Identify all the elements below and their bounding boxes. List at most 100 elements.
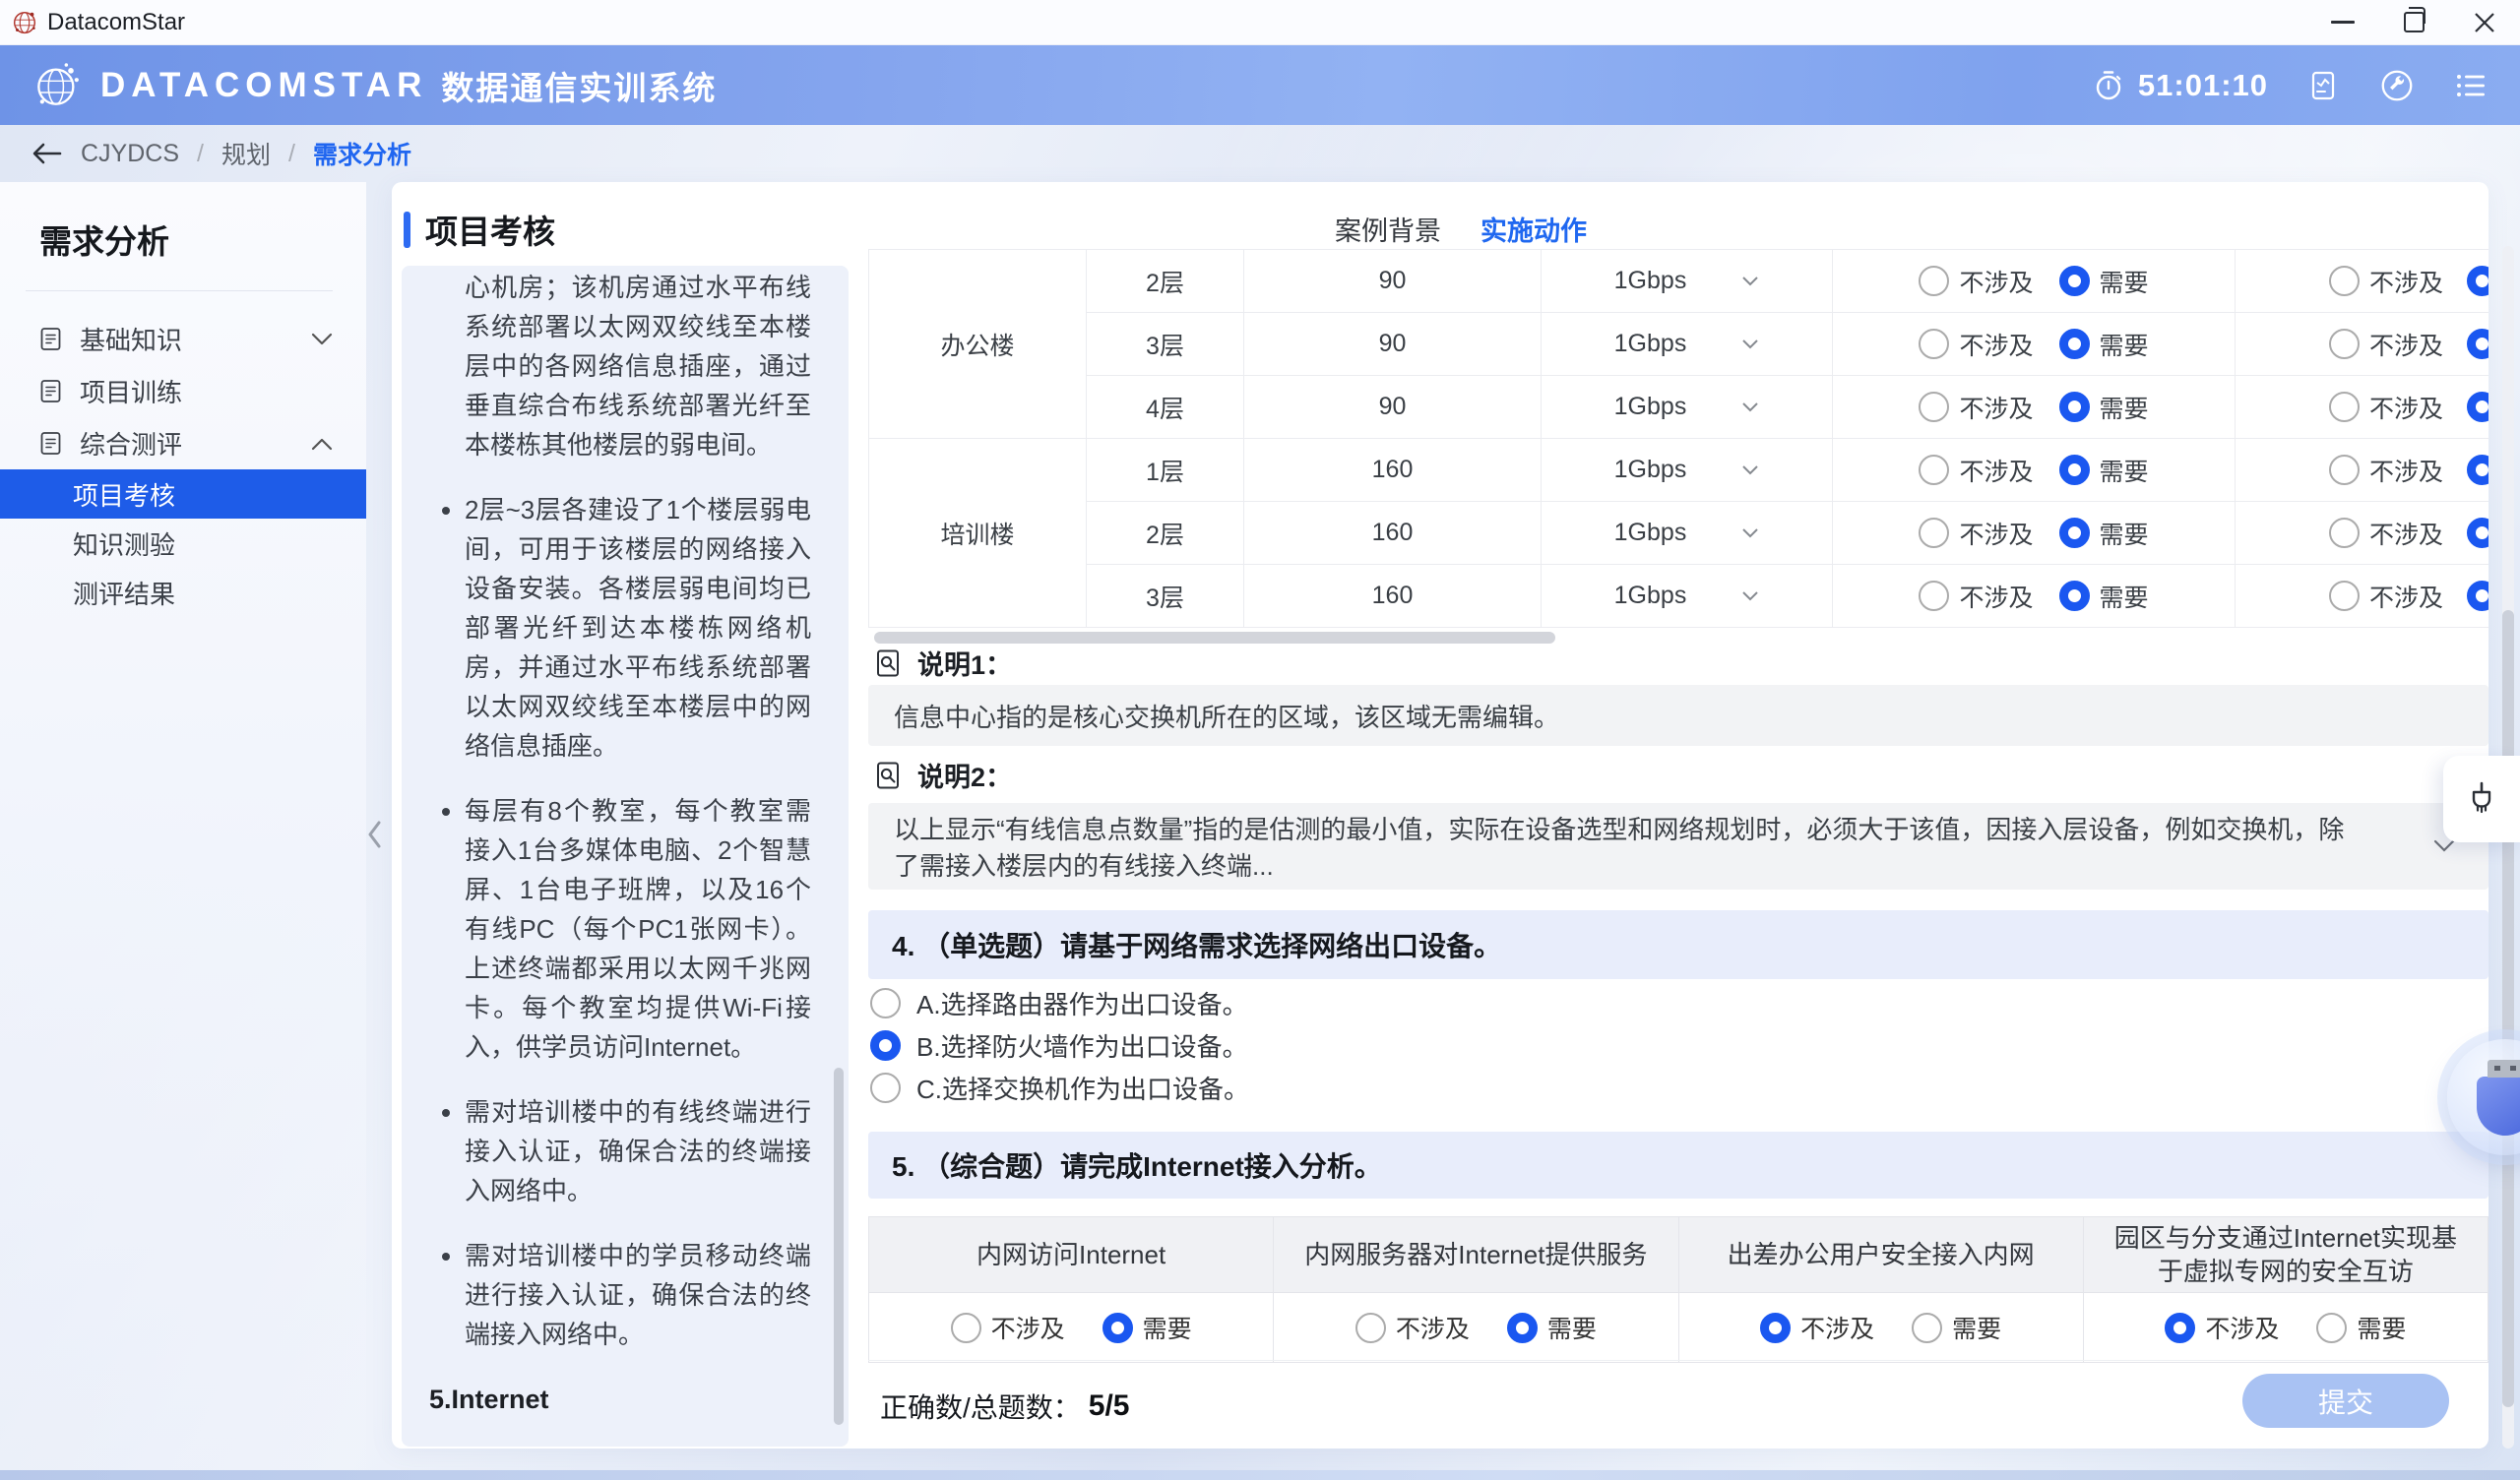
- radio-selected-icon: [2467, 455, 2488, 485]
- radio-option[interactable]: 不涉及: [2329, 264, 2443, 299]
- brush-tool-button[interactable]: [2443, 756, 2520, 842]
- radio-label: 需要: [2100, 264, 2149, 299]
- breadcrumb-separator: /: [197, 140, 204, 168]
- table-horizontal-scrollbar-thumb[interactable]: [874, 632, 1555, 644]
- radio-option[interactable]: 不涉及: [2329, 327, 2443, 362]
- radio-selected-icon: [2059, 266, 2090, 296]
- question4-header: 4. （单选题）请基于网络需求选择网络出口设备。: [868, 910, 2488, 979]
- expand-chevron-icon[interactable]: [2433, 839, 2455, 853]
- main-scrollbar-track[interactable]: [2502, 246, 2514, 1449]
- bandwidth-select[interactable]: 1Gbps: [1542, 456, 1832, 484]
- radio-selected-icon: [1760, 1313, 1791, 1343]
- radio-option[interactable]: 不涉及: [1760, 1310, 1874, 1345]
- notes-scrollbar-thumb[interactable]: [834, 1068, 844, 1425]
- radio-option[interactable]: 需要: [2467, 390, 2488, 425]
- note1-label: 说明1：: [872, 644, 1012, 682]
- menu-list-icon[interactable]: [2453, 69, 2490, 102]
- floor-cell: 3层: [1087, 313, 1244, 376]
- sidebar-subitem-eval-results[interactable]: 测评结果: [0, 568, 366, 617]
- radio-option[interactable]: 不涉及: [1355, 1310, 1470, 1345]
- sidebar-item-project-training[interactable]: 项目训练: [0, 365, 366, 417]
- radio-icon: [1355, 1313, 1386, 1343]
- radio-icon: [1919, 392, 1949, 422]
- bandwidth-select[interactable]: 1Gbps: [1542, 519, 1832, 547]
- radio-option[interactable]: 需要: [2059, 264, 2149, 299]
- radio-option[interactable]: 需要: [1912, 1310, 2001, 1345]
- doc-item-icon: [37, 326, 64, 352]
- radio-label: 需要: [2100, 390, 2149, 425]
- radio-option[interactable]: 不涉及: [951, 1310, 1065, 1345]
- table-row: 3层 90 1Gbps 不涉及需要 不涉及需要: [869, 313, 2489, 376]
- main-panel: 项目考核 案例背景 实施动作 心机房；该机房通过水平布线系统部署以太网双绞线至本…: [392, 182, 2488, 1449]
- sidebar-item-basic-knowledge[interactable]: 基础知识: [0, 313, 366, 365]
- radio-option[interactable]: 需要: [2059, 516, 2149, 551]
- radio-option[interactable]: 不涉及: [2329, 390, 2443, 425]
- breadcrumb-item[interactable]: CJYDCS: [81, 140, 179, 168]
- radio-option[interactable]: 需要: [2467, 264, 2488, 299]
- bandwidth-select[interactable]: 1Gbps: [1542, 393, 1832, 421]
- sidebar-subitem-knowledge-test[interactable]: 知识测验: [0, 519, 366, 568]
- exam-timer: 51:01:10: [2091, 68, 2268, 103]
- radio-icon: [2329, 266, 2360, 296]
- radio-label: 不涉及: [2369, 453, 2443, 488]
- radio-option[interactable]: 不涉及: [2329, 516, 2443, 551]
- tab-implementation[interactable]: 实施动作: [1480, 210, 1587, 248]
- radio-option[interactable]: 不涉及: [1919, 390, 2033, 425]
- radio-option[interactable]: 不涉及: [2329, 579, 2443, 614]
- close-button[interactable]: [2449, 0, 2520, 44]
- tab-case-background[interactable]: 案例背景: [1335, 210, 1441, 248]
- minimize-button[interactable]: [2307, 0, 2378, 44]
- bandwidth-select[interactable]: 1Gbps: [1542, 582, 1832, 610]
- report-icon[interactable]: [2305, 68, 2341, 103]
- radio-option[interactable]: 不涉及: [1919, 264, 2033, 299]
- radio-selected-icon: [2059, 518, 2090, 548]
- select-chevron-icon: [1741, 590, 1759, 602]
- sidebar-collapse-handle[interactable]: [358, 807, 390, 862]
- breadcrumb-item[interactable]: 规划: [221, 136, 271, 171]
- bandwidth-value: 1Gbps: [1614, 267, 1687, 295]
- radio-option[interactable]: 不涉及: [1919, 579, 2033, 614]
- radio-option[interactable]: 需要: [1507, 1310, 1597, 1345]
- restore-button[interactable]: [2378, 0, 2449, 44]
- case-paragraph: 心机房；该机房通过水平布线系统部署以太网双绞线至本楼层中的各网络信息插座，通过垂…: [465, 268, 811, 464]
- sidebar-item-comprehensive-eval[interactable]: 综合测评: [0, 417, 366, 469]
- sidebar-subitem-project-exam[interactable]: 项目考核: [0, 469, 366, 519]
- back-arrow-icon[interactable]: [32, 141, 63, 166]
- radio-option[interactable]: 不涉及: [1919, 453, 2033, 488]
- radio-option[interactable]: 需要: [2059, 327, 2149, 362]
- radio-option[interactable]: 不涉及: [2165, 1310, 2279, 1345]
- radio-icon: [1919, 329, 1949, 359]
- table-row: 办公楼 2层 90 1Gbps 不涉及需要 不涉及需要: [869, 250, 2489, 313]
- radio-label: 不涉及: [2205, 1310, 2279, 1345]
- radio-option[interactable]: 需要: [2059, 453, 2149, 488]
- radio-option[interactable]: 需要: [2059, 579, 2149, 614]
- case-bullet: 需对培训楼中的有线终端进行接入认证，确保合法的终端接入网络中。: [465, 1092, 811, 1210]
- bandwidth-select[interactable]: 1Gbps: [1542, 267, 1832, 295]
- question5-title: 5. （综合题）请完成Internet接入分析。: [892, 1145, 1382, 1185]
- q4-option-b[interactable]: B.选择防火墙作为出口设备。: [870, 1024, 1248, 1067]
- case-notes-panel[interactable]: 心机房；该机房通过水平布线系统部署以太网双绞线至本楼层中的各网络信息插座，通过垂…: [402, 266, 849, 1447]
- case-bullet: 2层~3层各建设了1个楼层弱电间，可用于该楼层的网络接入设备安装。各楼层弱电间均…: [465, 490, 811, 766]
- radio-option[interactable]: 需要: [2467, 516, 2488, 551]
- radio-option[interactable]: 需要: [2467, 327, 2488, 362]
- radio-icon: [2329, 455, 2360, 485]
- bandwidth-select[interactable]: 1Gbps: [1542, 330, 1832, 358]
- main-scrollbar-thumb[interactable]: [2502, 610, 2514, 1407]
- radio-option[interactable]: 不涉及: [2329, 453, 2443, 488]
- q4-option-a[interactable]: A.选择路由器作为出口设备。: [870, 982, 1248, 1024]
- radio-option[interactable]: 需要: [2467, 579, 2488, 614]
- table-header-row: 内网访问Internet 内网服务器对Internet提供服务 出差办公用户安全…: [869, 1217, 2488, 1293]
- column-header: 出差办公用户安全接入内网: [1678, 1217, 2083, 1293]
- radio-option[interactable]: 需要: [1102, 1310, 1192, 1345]
- restore-icon: [2404, 12, 2425, 32]
- q4-option-c[interactable]: C.选择交换机作为出口设备。: [870, 1067, 1249, 1109]
- radio-option[interactable]: 需要: [2316, 1310, 2406, 1345]
- radio-option[interactable]: 不涉及: [1919, 327, 2033, 362]
- tools-icon[interactable]: [2378, 67, 2416, 104]
- radio-option[interactable]: 需要: [2059, 390, 2149, 425]
- radio-option[interactable]: 不涉及: [1919, 516, 2033, 551]
- note-icon: [872, 760, 904, 791]
- radio-option[interactable]: 需要: [2467, 453, 2488, 488]
- submit-button[interactable]: 提交: [2242, 1374, 2449, 1428]
- usb-icon: [2488, 1060, 2520, 1078]
